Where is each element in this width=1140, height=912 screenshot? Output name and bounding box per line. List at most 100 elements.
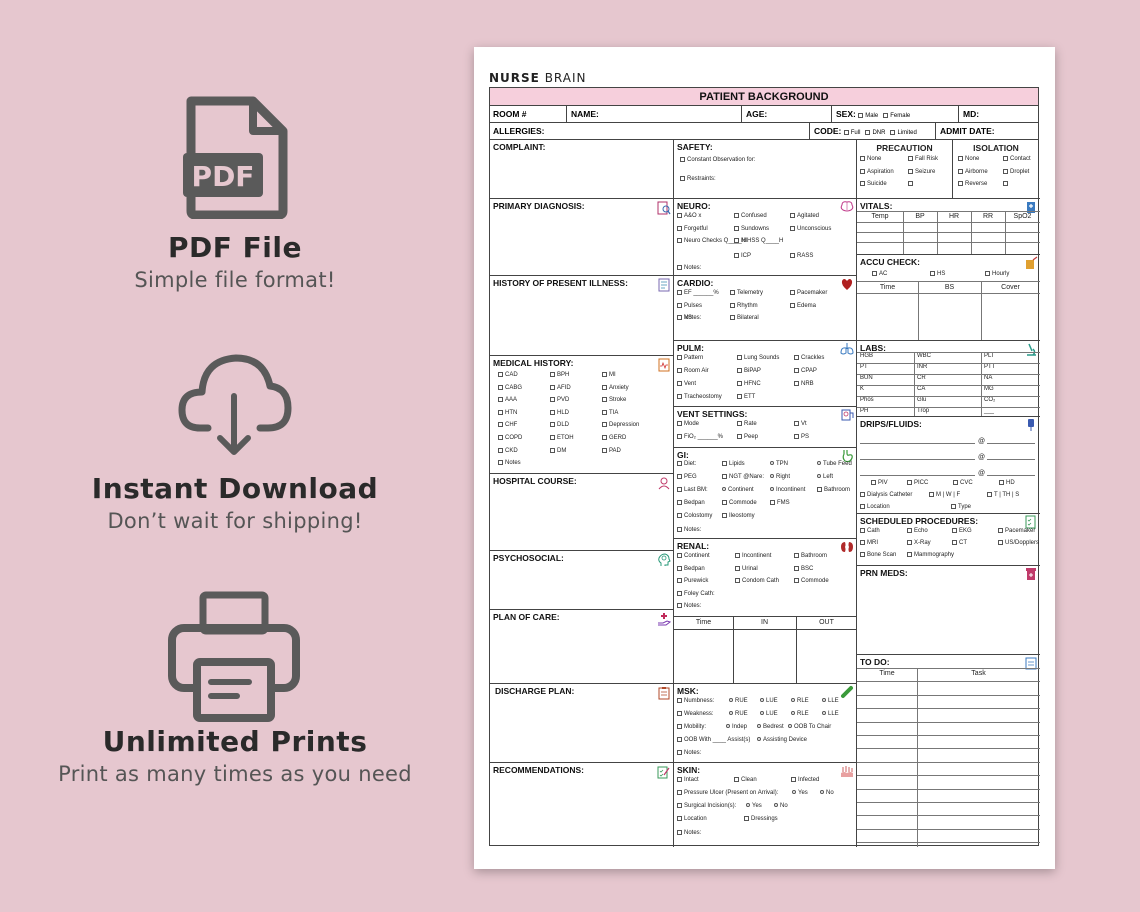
checkbox-item[interactable]: NIHSS Q____H: [734, 238, 783, 244]
checkbox-item[interactable]: Anxiety: [602, 384, 629, 391]
checkbox-item[interactable]: Urinal: [735, 565, 758, 572]
checkbox-item[interactable]: Yes: [746, 803, 762, 809]
neuro-section[interactable]: NEURO: A&O x Confused Agitated Forgetful Sun…: [674, 199, 857, 276]
checkbox-item[interactable]: GERD: [602, 435, 626, 441]
checkbox-item[interactable]: EKG: [952, 528, 972, 534]
checkbox-item[interactable]: RUE: [729, 698, 748, 704]
checkbox-item[interactable]: AAA: [498, 397, 517, 403]
psychosocial-section[interactable]: PSYCHOSOCIAL:: [490, 551, 674, 610]
checkbox-item[interactable]: US/Dopplers: [998, 540, 1039, 546]
checkbox-item[interactable]: No: [774, 803, 788, 809]
checkbox-item[interactable]: COPD: [498, 435, 522, 441]
checkbox-item[interactable]: Bone Scan: [860, 552, 896, 558]
checkbox-item[interactable]: Echo: [907, 528, 928, 534]
checkbox-item[interactable]: Intact: [677, 777, 699, 783]
checkbox-item[interactable]: HFNC: [737, 381, 761, 387]
to-do-section[interactable]: TO DO: Time Task: [857, 655, 1040, 847]
checkbox-item[interactable]: X-Ray: [907, 540, 931, 546]
checkbox-item[interactable]: Pressure Ulcer (Present on Arrival):: [677, 790, 778, 796]
line-option[interactable]: M | W | F: [929, 492, 960, 498]
checkbox-item[interactable]: Depression: [602, 422, 639, 428]
renal-section[interactable]: RENAL: Continent Incontinent Bathroom Bedpa…: [674, 539, 857, 617]
checkbox-item[interactable]: Lipids: [722, 461, 745, 467]
vent-settings-section[interactable]: VENT SETTINGS: Mode Rate Vt FiO₂ ______% Pee…: [674, 407, 857, 448]
checkbox-item[interactable]: FMS: [770, 500, 790, 506]
drips-fluids-section[interactable]: DRIPS/FLUIDS: @ @ @ PIV PICC CVC HD Dialysis Ca…: [857, 417, 1040, 514]
labs-section[interactable]: LABS: HGB WBC PLT PT INR PTT BUN CR NA K CA MG Phos G…: [857, 341, 1040, 417]
checkbox-item[interactable]: Pattern: [677, 355, 703, 361]
lab-item[interactable]: Glu: [917, 397, 926, 403]
prn-meds-section[interactable]: PRN MEDS:: [857, 566, 1040, 655]
lab-item[interactable]: PLT: [984, 353, 995, 359]
checkbox-item[interactable]: Seizure: [908, 168, 935, 175]
lab-item[interactable]: Phos: [860, 397, 874, 403]
checkbox-item[interactable]: Foley Cath:: [677, 591, 715, 597]
checkbox-item[interactable]: Confused: [734, 213, 767, 219]
checkbox-item[interactable]: Vent: [677, 381, 696, 387]
checkbox-item[interactable]: Rhythm: [730, 302, 758, 309]
checkbox-item[interactable]: Mammography: [907, 552, 954, 558]
checkbox-item[interactable]: Fall Risk: [908, 156, 938, 162]
line-option[interactable]: PICC: [907, 480, 928, 486]
vitals-section[interactable]: VITALS: Temp BP HR RR SpO2: [857, 199, 1040, 255]
lab-item[interactable]: NA: [984, 375, 992, 381]
checkbox-item[interactable]: Notes:: [677, 527, 701, 533]
checkbox-item[interactable]: Dressings: [744, 816, 778, 822]
accu-option[interactable]: AC: [872, 271, 887, 277]
checkbox-item[interactable]: Notes:: [677, 315, 701, 321]
checkbox-item[interactable]: Last BM:: [677, 487, 708, 493]
line-option[interactable]: HD: [999, 480, 1015, 486]
accu-option[interactable]: Hourly: [985, 271, 1009, 277]
checkbox-item[interactable]: Numbness:: [677, 698, 714, 704]
checkbox-item[interactable]: Tube Feed: [817, 461, 852, 467]
checkbox-item[interactable]: Notes:: [677, 603, 701, 609]
lab-item[interactable]: CA: [917, 386, 925, 392]
checkbox-item[interactable]: PVD: [550, 397, 569, 403]
checkbox-item[interactable]: Left: [817, 474, 833, 480]
checkbox-item[interactable]: BPH: [550, 372, 569, 378]
checkbox-item[interactable]: Right: [770, 474, 790, 480]
checkbox-item[interactable]: PEG: [677, 474, 697, 480]
checkbox-item[interactable]: Unconscious: [790, 225, 831, 232]
lab-item[interactable]: PH: [860, 408, 868, 414]
checkbox-item[interactable]: Ileostomy: [722, 513, 755, 519]
cardio-section[interactable]: CARDIO: EF ______% Telemetry Pacemaker Puls…: [674, 276, 857, 341]
checkbox-item[interactable]: Pacemaker: [998, 528, 1035, 534]
checkbox-item[interactable]: Tracheostomy: [677, 394, 722, 400]
checkbox-item[interactable]: NRB: [794, 381, 814, 387]
checkbox-item[interactable]: Cath: [860, 528, 880, 534]
accu-option[interactable]: HS: [930, 271, 945, 277]
line-option[interactable]: CVC: [953, 480, 973, 486]
precaution-isolation-section[interactable]: PRECAUTION ISOLATION None Fall Risk None Co…: [857, 140, 1040, 199]
checkbox-item[interactable]: Bathroom: [794, 553, 827, 559]
lab-item[interactable]: MG: [984, 386, 994, 392]
checkbox-item[interactable]: PS: [794, 434, 809, 440]
checkbox-item[interactable]: MRI: [860, 540, 878, 546]
checkbox-item[interactable]: RLE: [791, 698, 809, 704]
line-option[interactable]: PIV: [871, 480, 888, 486]
checkbox-item[interactable]: Pacemaker: [790, 290, 827, 296]
checkbox-item[interactable]: [1003, 181, 1010, 187]
checkbox-item[interactable]: Aspiration: [860, 168, 894, 175]
checkbox-item[interactable]: BiPAP: [737, 368, 761, 374]
checkbox-item[interactable]: NGT @Nare:: [722, 474, 764, 480]
checkbox-item[interactable]: Incontinent: [735, 553, 771, 559]
pulm-section[interactable]: PULM: Pattern Lung Sounds Crackles Room Air…: [674, 341, 857, 407]
line-option[interactable]: Location: [860, 504, 890, 510]
skin-section[interactable]: SKIN: Intact Clean Infected Pressure Ulcer …: [674, 763, 857, 847]
checkbox-item[interactable]: Condom Cath: [735, 578, 779, 584]
line-option[interactable]: Type: [951, 504, 971, 510]
checkbox-item[interactable]: FiO₂ ______%: [677, 434, 723, 440]
checkbox-item[interactable]: Notes:: [677, 750, 701, 756]
checkbox-item[interactable]: TIA: [602, 409, 618, 416]
lab-item[interactable]: HGB: [860, 353, 873, 359]
checkbox-item[interactable]: Yes: [792, 790, 808, 796]
checkbox-item[interactable]: HTN: [498, 409, 517, 416]
plan-of-care-section[interactable]: PLAN OF CARE:: [490, 610, 674, 684]
checkbox-item[interactable]: PAD: [602, 447, 621, 454]
checkbox-item[interactable]: Forgetful: [677, 225, 708, 232]
checkbox-item[interactable]: Reverse: [958, 181, 987, 187]
accu-check-section[interactable]: ACCU CHECK: AC HS Hourly Time BS Cover: [857, 255, 1040, 341]
checkbox-item[interactable]: CABG: [498, 384, 522, 391]
intake-output-table[interactable]: Time IN OUT: [674, 617, 857, 684]
